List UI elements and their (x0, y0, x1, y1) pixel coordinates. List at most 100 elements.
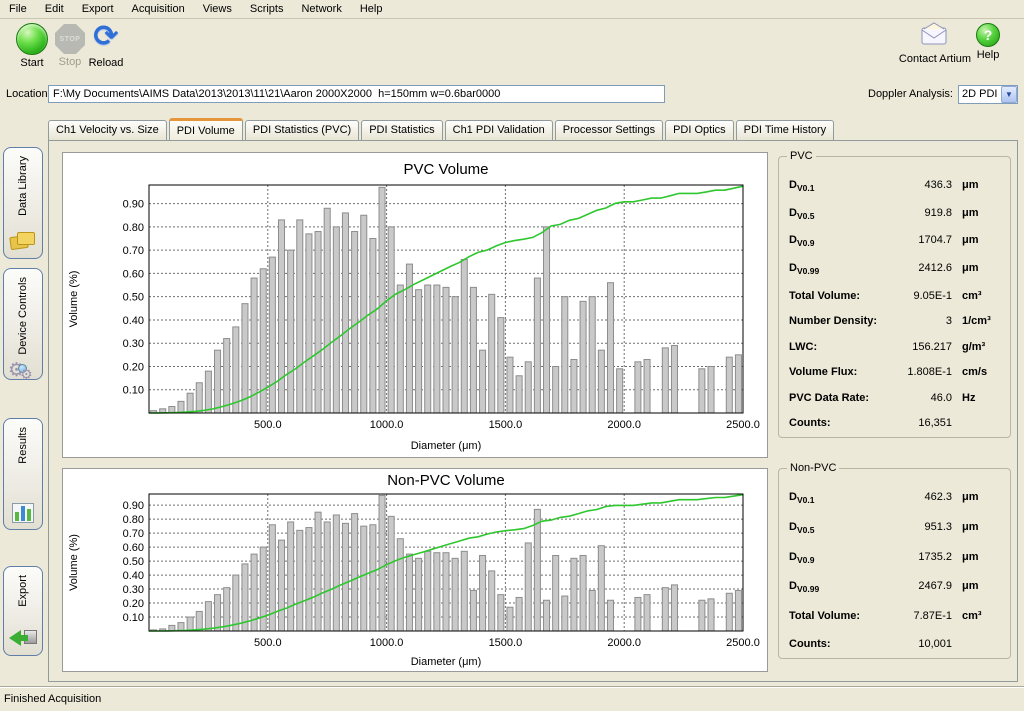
stat-row: DV0.1436.3μm (789, 179, 1004, 193)
menu-help[interactable]: Help (351, 1, 392, 17)
tab-pdi-time-history[interactable]: PDI Time History (736, 120, 835, 140)
volume-histogram-bars (151, 187, 742, 413)
sidebar-item-label: Export (17, 575, 29, 607)
reload-icon: ⟳ (78, 21, 134, 55)
y-tick-label: 0.50 (123, 292, 144, 304)
doppler-analysis-select[interactable]: 2D PDI ▼ (958, 85, 1018, 104)
stat-label: Volume Flux: (789, 366, 897, 378)
help-button[interactable]: ? Help (968, 19, 1008, 61)
tab-ch1-velocity-vs-size[interactable]: Ch1 Velocity vs. Size (48, 120, 167, 140)
y-tick-label: 0.90 (123, 500, 144, 512)
y-tick-label: 0.10 (123, 612, 144, 624)
x-tick-label: 1500.0 (489, 419, 523, 431)
x-tick-label: 2500.0 (726, 419, 760, 431)
menu-network[interactable]: Network (292, 1, 350, 17)
folders-icon (10, 230, 36, 252)
help-button-label: Help (968, 49, 1008, 61)
status-text: Finished Acquisition (4, 693, 101, 705)
menu-scripts[interactable]: Scripts (241, 1, 293, 17)
y-tick-label: 0.80 (123, 222, 144, 234)
y-axis-label: Volume (%) (68, 271, 80, 328)
stat-unit: μm (962, 179, 1004, 191)
stat-label: DV0.99 (789, 262, 897, 276)
tab-pdi-statistics-pvc-[interactable]: PDI Statistics (PVC) (245, 120, 359, 140)
contact-artium-button[interactable]: Contact Artium (895, 19, 975, 65)
stat-row: Total Volume:9.05E-1cm³ (789, 290, 1004, 302)
y-tick-label: 0.80 (123, 514, 144, 526)
sidebar-item-export[interactable]: Export (3, 566, 43, 656)
stat-row: Total Volume:7.87E-1cm³ (789, 610, 1004, 622)
x-tick-label: 500.0 (254, 637, 282, 649)
pvc-stats-rows: DV0.1436.3μm DV0.5919.8μm DV0.91704.7 μm DV0… (789, 179, 1004, 429)
menu-edit[interactable]: Edit (36, 1, 73, 17)
tab-pdi-volume[interactable]: PDI Volume (169, 118, 243, 140)
menu-bar: FileEditExportAcquisitionViewsScriptsNet… (0, 0, 1024, 19)
stat-row: Number Density:31/cm³ (789, 315, 1004, 327)
stat-label: DV0.99 (789, 580, 897, 594)
stat-row: DV0.1462.3μm (789, 491, 1004, 505)
y-tick-label: 0.70 (123, 528, 144, 540)
y-tick-label: 0.70 (123, 245, 144, 257)
stat-label: Total Volume: (789, 610, 897, 622)
bar-chart-icon (12, 503, 34, 523)
x-tick-label: 2000.0 (607, 419, 641, 431)
nonpvc-groupbox-title: Non-PVC (787, 462, 839, 474)
tab-processor-settings[interactable]: Processor Settings (555, 120, 663, 140)
help-icon: ? (976, 23, 1000, 47)
pvc-volume-chart-panel: PVC Volume0.100.200.300.400.500.600.700.… (62, 152, 768, 458)
stat-row: Counts:10,001 (789, 638, 1004, 650)
sidebar-item-device-controls[interactable]: Device Controls⚙⚙ (3, 268, 43, 380)
x-tick-label: 1000.0 (370, 419, 404, 431)
menu-file[interactable]: File (0, 1, 36, 17)
stat-value: 9.05E-1 (897, 290, 962, 302)
stat-value: 436.3 (897, 179, 962, 191)
stat-value: 10,001 (897, 638, 962, 650)
stat-row: DV0.91735.2μm (789, 551, 1004, 565)
stat-label: Counts: (789, 417, 897, 429)
chart-title: Non-PVC Volume (387, 472, 505, 489)
sidebar-item-data-library[interactable]: Data Library (3, 147, 43, 259)
reload-button[interactable]: ⟳ Reload (78, 21, 134, 69)
y-tick-label: 0.50 (123, 556, 144, 568)
stat-row: DV0.992467.9μm (789, 580, 1004, 594)
menu-export[interactable]: Export (73, 1, 123, 17)
location-input[interactable]: F:\My Documents\AIMS Data\2013\2013\11\2… (48, 85, 665, 103)
x-tick-label: 1000.0 (370, 637, 404, 649)
x-tick-label: 2500.0 (726, 637, 760, 649)
pvc-volume-chart: PVC Volume0.100.200.300.400.500.600.700.… (63, 153, 767, 457)
stat-value: 1735.2 (897, 551, 962, 563)
stat-label: DV0.5 (789, 207, 897, 221)
stat-unit: g/m³ (962, 341, 1004, 353)
x-axis-label: Diameter (μm) (411, 656, 482, 668)
location-label: Location: (6, 88, 51, 100)
stat-row: DV0.5919.8μm (789, 207, 1004, 221)
tab-ch1-pdi-validation[interactable]: Ch1 PDI Validation (445, 120, 553, 140)
x-axis-label: Diameter (μm) (411, 440, 482, 452)
stat-row: DV0.5951.3μm (789, 521, 1004, 535)
stat-label: Number Density: (789, 315, 897, 327)
status-divider (0, 686, 1024, 688)
tab-pdi-optics[interactable]: PDI Optics (665, 120, 734, 140)
menu-views[interactable]: Views (194, 1, 241, 17)
stat-value: 1704.7 (897, 234, 962, 246)
menu-acquisition[interactable]: Acquisition (123, 1, 194, 17)
stat-value: 1.808E-1 (897, 366, 962, 378)
nonpvc-volume-chart-panel: Non-PVC Volume0.100.200.300.400.500.600.… (62, 468, 768, 672)
stat-label: DV0.9 (789, 234, 897, 248)
stat-label: Total Volume: (789, 290, 897, 302)
gears-icon: ⚙⚙ (10, 359, 36, 383)
stat-unit: cm/s (962, 366, 1004, 378)
tab-pdi-statistics[interactable]: PDI Statistics (361, 120, 442, 140)
x-tick-label: 500.0 (254, 419, 282, 431)
y-tick-label: 0.20 (123, 598, 144, 610)
y-tick-label: 0.30 (123, 338, 144, 350)
chevron-down-icon[interactable]: ▼ (1001, 86, 1017, 103)
y-tick-label: 0.40 (123, 570, 144, 582)
stat-unit: μm (962, 551, 1004, 563)
stat-value: 46.0 (897, 392, 962, 404)
stat-label: PVC Data Rate: (789, 392, 897, 404)
toolbar: Start STOP Stop ⟳ Reload Contact Artium … (0, 19, 1024, 81)
volume-histogram-bars (151, 495, 742, 631)
stat-label: DV0.1 (789, 491, 897, 505)
sidebar-item-results[interactable]: Results (3, 418, 43, 530)
